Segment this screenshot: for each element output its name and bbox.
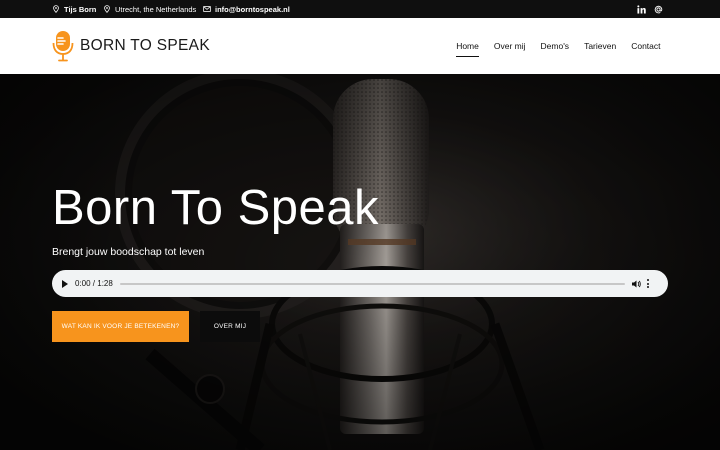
volume-icon[interactable] <box>631 279 641 289</box>
contact-name: Tijs Born <box>52 0 96 18</box>
brand-name: BORN TO SPEAK <box>80 37 210 54</box>
nav-item-contact[interactable]: Contact <box>624 18 668 74</box>
contact-email[interactable]: info@borntospeak.nl <box>203 0 290 18</box>
play-icon[interactable] <box>62 279 68 288</box>
top-bar: Tijs Born Utrecht, the Netherlands info@… <box>0 0 720 18</box>
audio-time: 0:00 / 1:28 <box>75 279 113 288</box>
brand-logo[interactable]: BORN TO SPEAK <box>52 30 210 62</box>
contact-location: Utrecht, the Netherlands <box>103 0 196 18</box>
hero-title: Born To Speak <box>52 181 380 235</box>
main-nav: Home Over mij Demo's Tarieven Contact <box>449 18 668 74</box>
name-text: Tijs Born <box>64 4 97 14</box>
audio-progress-handle[interactable] <box>120 280 128 288</box>
audio-progress-track[interactable] <box>119 280 625 288</box>
hero-subtitle: Brengt jouw boodschap tot leven <box>52 246 205 258</box>
email-link[interactable]: info@borntospeak.nl <box>215 5 290 14</box>
microphone-background-image <box>0 74 720 450</box>
mail-icon <box>203 6 211 12</box>
location-text: Utrecht, the Netherlands <box>115 4 197 14</box>
nav-item-tarieven[interactable]: Tarieven <box>577 18 624 74</box>
about-button[interactable]: OVER MIJ <box>200 311 260 342</box>
at-icon[interactable] <box>654 5 663 14</box>
site-header: BORN TO SPEAK Home Over mij Demo's Tarie… <box>0 18 720 74</box>
microphone-logo-icon <box>52 31 74 62</box>
services-button[interactable]: WAT KAN IK VOOR JE BETEKENEN? <box>52 311 189 342</box>
nav-item-home[interactable]: Home <box>449 18 487 74</box>
linkedin-link[interactable] <box>637 0 646 18</box>
more-options-icon[interactable] <box>646 279 649 288</box>
location-pin-icon <box>104 5 110 13</box>
nav-item-demos[interactable]: Demo's <box>533 18 577 74</box>
at-link[interactable] <box>654 0 663 18</box>
volume-button[interactable] <box>631 279 641 289</box>
linkedin-icon[interactable] <box>637 4 646 14</box>
location-pin-icon <box>53 5 59 13</box>
audio-player[interactable]: 0:00 / 1:28 <box>52 270 668 297</box>
hero-section: Born To Speak Brengt jouw boodschap tot … <box>0 74 720 450</box>
nav-item-over-mij[interactable]: Over mij <box>486 18 533 74</box>
